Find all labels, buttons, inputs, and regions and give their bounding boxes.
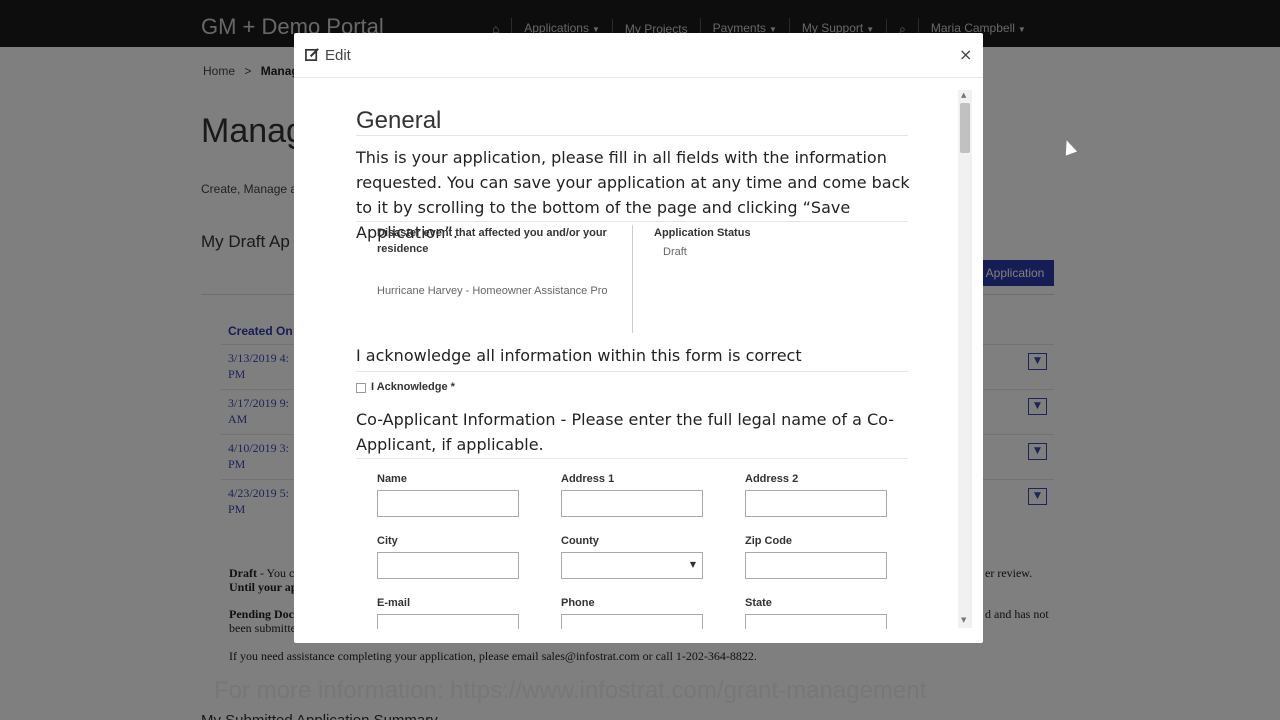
scroll-up-icon[interactable]: ▲ xyxy=(961,91,966,99)
acknowledge-label[interactable]: I Acknowledge * xyxy=(371,381,455,393)
modal-scrollbar[interactable]: ▲ ▼ xyxy=(958,90,972,628)
disaster-event-value[interactable]: Hurricane Harvey - Homeowner Assistance … xyxy=(377,285,612,297)
divider xyxy=(356,371,908,372)
application-status-value: Draft xyxy=(663,246,687,258)
divider xyxy=(356,458,908,459)
general-heading: General xyxy=(356,107,442,134)
edit-icon xyxy=(305,48,319,61)
acknowledge-heading: I acknowledge all information within thi… xyxy=(356,346,802,365)
name-field[interactable] xyxy=(377,490,519,517)
state-field[interactable] xyxy=(745,614,887,629)
zip-label: Zip Code xyxy=(745,535,793,547)
address1-label: Address 1 xyxy=(561,473,615,485)
county-select[interactable]: ▼ xyxy=(561,552,703,579)
modal-header: Edit × xyxy=(294,33,983,78)
close-icon[interactable]: × xyxy=(959,45,972,64)
phone-field[interactable] xyxy=(561,614,703,629)
edit-modal: Edit × General This is your application,… xyxy=(294,33,983,643)
county-label: County xyxy=(561,535,599,547)
info-watermark: For more information: https://www.infost… xyxy=(214,677,927,704)
coapplicant-heading: Co-Applicant Information - Please enter … xyxy=(356,410,895,454)
scroll-down-icon[interactable]: ▼ xyxy=(961,616,966,624)
email-field[interactable] xyxy=(377,614,519,629)
phone-label: Phone xyxy=(561,597,595,609)
city-field[interactable] xyxy=(377,552,519,579)
chevron-down-icon: ▼ xyxy=(689,560,696,569)
zip-field[interactable] xyxy=(745,552,887,579)
modal-title: Edit xyxy=(325,47,351,64)
address1-field[interactable] xyxy=(561,490,703,517)
scrollbar-thumb[interactable] xyxy=(960,103,970,153)
address2-label: Address 2 xyxy=(745,473,799,485)
disaster-event-label: Disaster event that affected you and/or … xyxy=(377,227,607,255)
name-label: Name xyxy=(377,473,407,485)
state-label: State xyxy=(745,597,772,609)
acknowledge-checkbox[interactable] xyxy=(356,383,366,393)
divider xyxy=(632,225,633,333)
email-label: E-mail xyxy=(377,597,411,609)
address2-field[interactable] xyxy=(745,490,887,517)
city-label: City xyxy=(377,535,398,547)
application-status-label: Application Status xyxy=(654,227,751,239)
divider xyxy=(356,135,908,136)
divider xyxy=(356,221,908,222)
modal-body[interactable]: General This is your application, please… xyxy=(294,89,983,629)
